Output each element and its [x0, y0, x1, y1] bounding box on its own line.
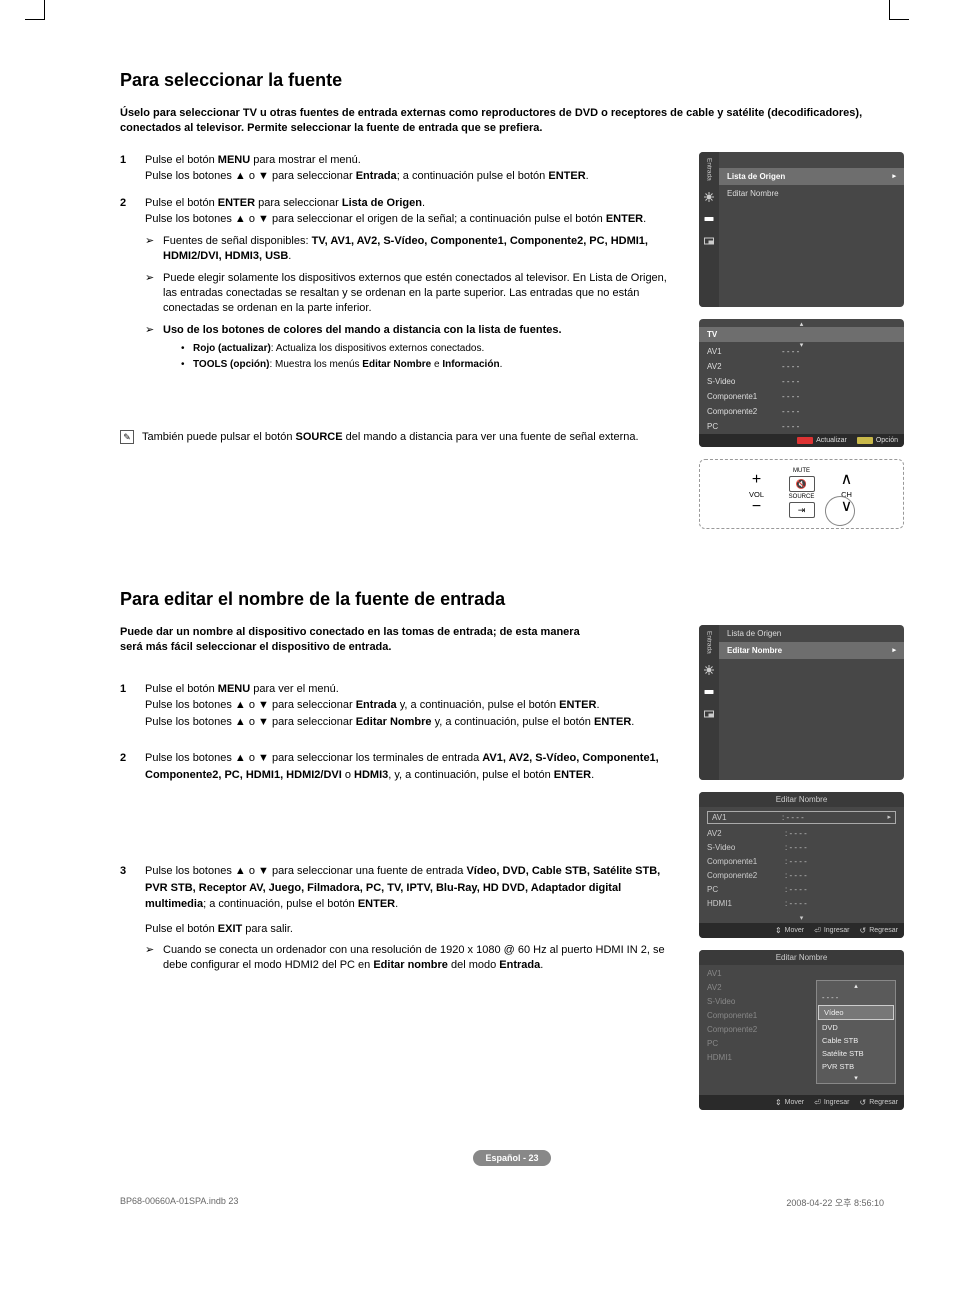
step1-body: Pulse el botón MENU para mostrar el menú…	[145, 152, 679, 185]
step1-body: Pulse el botón MENU para ver el menú. Pu…	[145, 681, 679, 731]
osd-row: Lista de Origen	[719, 625, 904, 642]
osd-row-selected: TV	[699, 327, 904, 342]
source-icon: ⇥	[789, 502, 815, 518]
arrow-icon: ➢	[145, 943, 163, 974]
osd-row: Componente1: - - - -	[699, 855, 904, 869]
osd-row-selected: AV1: - - - -▸	[699, 809, 904, 827]
return-icon	[860, 926, 867, 935]
pip-icon	[703, 235, 715, 247]
popup-row: PVR STB	[817, 1060, 895, 1073]
step3-body: Pulse los botones ▲ o ▼ para seleccionar…	[145, 863, 679, 980]
section2-heading: Para editar el nombre de la fuente de en…	[120, 589, 904, 610]
note-icon: ✎	[120, 430, 134, 444]
osd-row: AV1	[699, 967, 904, 981]
osd-row: HDMI1: - - - -	[699, 897, 904, 911]
step2-body: Pulse el botón ENTER para seleccionar Li…	[145, 195, 679, 380]
step-number: 3	[120, 863, 145, 980]
tools-button-icon	[857, 437, 873, 444]
input-icon	[703, 213, 715, 225]
crop-mark	[25, 0, 45, 20]
mute-icon: 🔇	[789, 476, 815, 492]
osd-row: Componente2- - - -	[699, 404, 904, 419]
arrow-icon: ➢	[145, 323, 163, 374]
osd-row: PC- - - -	[699, 419, 904, 434]
osd-row-selected: Editar Nombre▸	[719, 642, 904, 659]
osd-row: AV2: - - - -	[699, 827, 904, 841]
step-number: 1	[120, 152, 145, 185]
page-badge: Español - 23	[473, 1150, 550, 1166]
red-button-icon	[797, 437, 813, 444]
move-icon	[775, 1098, 782, 1107]
popup-row-selected: Vídeo	[818, 1005, 894, 1020]
arrow-icon: ➢	[145, 234, 163, 265]
section1-heading: Para seleccionar la fuente	[120, 70, 904, 91]
osd-lista-origen: Entrada Lista de Origen▸ Editar Nombre	[699, 152, 904, 307]
pip-icon	[703, 708, 715, 720]
step-number: 1	[120, 681, 145, 731]
osd-row: Componente1- - - -	[699, 389, 904, 404]
crop-mark	[889, 0, 909, 20]
osd-editar-nombre-popup: Editar Nombre AV1 AV2 S-Video Componente…	[699, 950, 904, 1110]
remote-illustration: + VOL − MUTE 🔇 SOURCE ⇥ ∧ CH ∨	[699, 459, 904, 529]
popup-row: Satélite STB	[817, 1047, 895, 1060]
popup-row: DVD	[817, 1021, 895, 1034]
doc-date: 2008-04-22 오후 8:56:10	[786, 1196, 884, 1209]
osd-editar-nombre-parent: Entrada Lista de Origen Editar Nombre▸	[699, 625, 904, 780]
step2-body: Pulse los botones ▲ o ▼ para seleccionar…	[145, 750, 679, 783]
osd-popup: ▴ - - - - Vídeo DVD Cable STB Satélite S…	[816, 980, 896, 1084]
popup-row: - - - -	[817, 991, 895, 1004]
enter-icon	[814, 1098, 821, 1107]
osd-row: AV2- - - -	[699, 359, 904, 374]
osd-source-list: ▴ TV ▾ AV1- - - - AV2- - - - S-Video- - …	[699, 319, 904, 447]
osd-editar-nombre-list: Editar Nombre AV1: - - - -▸ AV2: - - - -…	[699, 792, 904, 938]
return-icon	[860, 1098, 867, 1107]
section2-intro: Puede dar un nombre al dispositivo conec…	[120, 625, 600, 656]
doc-file: BP68-00660A-01SPA.indb 23	[120, 1196, 238, 1209]
gear-icon	[703, 664, 715, 676]
step-number: 2	[120, 195, 145, 380]
osd-row: Editar Nombre	[719, 185, 904, 202]
osd-row-selected: Lista de Origen▸	[719, 168, 904, 185]
osd-row: PC: - - - -	[699, 883, 904, 897]
source-button: MUTE 🔇 SOURCE ⇥	[789, 468, 815, 520]
vol-rocker: + VOL −	[739, 472, 775, 515]
gear-icon	[703, 191, 715, 203]
osd-row: Componente2: - - - -	[699, 869, 904, 883]
tip-text: También puede pulsar el botón SOURCE del…	[142, 430, 639, 445]
osd-row: S-Video: - - - -	[699, 841, 904, 855]
enter-icon	[814, 926, 821, 935]
section1-intro: Úselo para seleccionar TV u otras fuente…	[120, 106, 904, 137]
arrow-icon: ➢	[145, 271, 163, 317]
step-number: 2	[120, 750, 145, 783]
input-icon	[703, 686, 715, 698]
popup-row: Cable STB	[817, 1034, 895, 1047]
move-icon	[775, 926, 782, 935]
osd-row: S-Video- - - -	[699, 374, 904, 389]
